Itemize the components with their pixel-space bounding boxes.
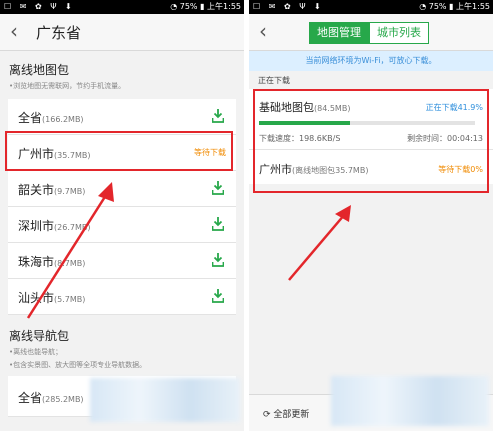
right-screen: ☐ ✉ ✿ Ψ ⬇ ◔ 75% ▮ 上午1:55 ‹ 地图管理 城市列表 当前网… (249, 0, 493, 431)
left-screen: ☐ ✉ ✿ Ψ ⬇ ◔ 75% ▮ 上午1:55 ‹ 广东省 离线地图包 •浏览… (0, 0, 244, 431)
annotation-arrow (26, 182, 114, 319)
annotation-arrow (288, 205, 351, 281)
